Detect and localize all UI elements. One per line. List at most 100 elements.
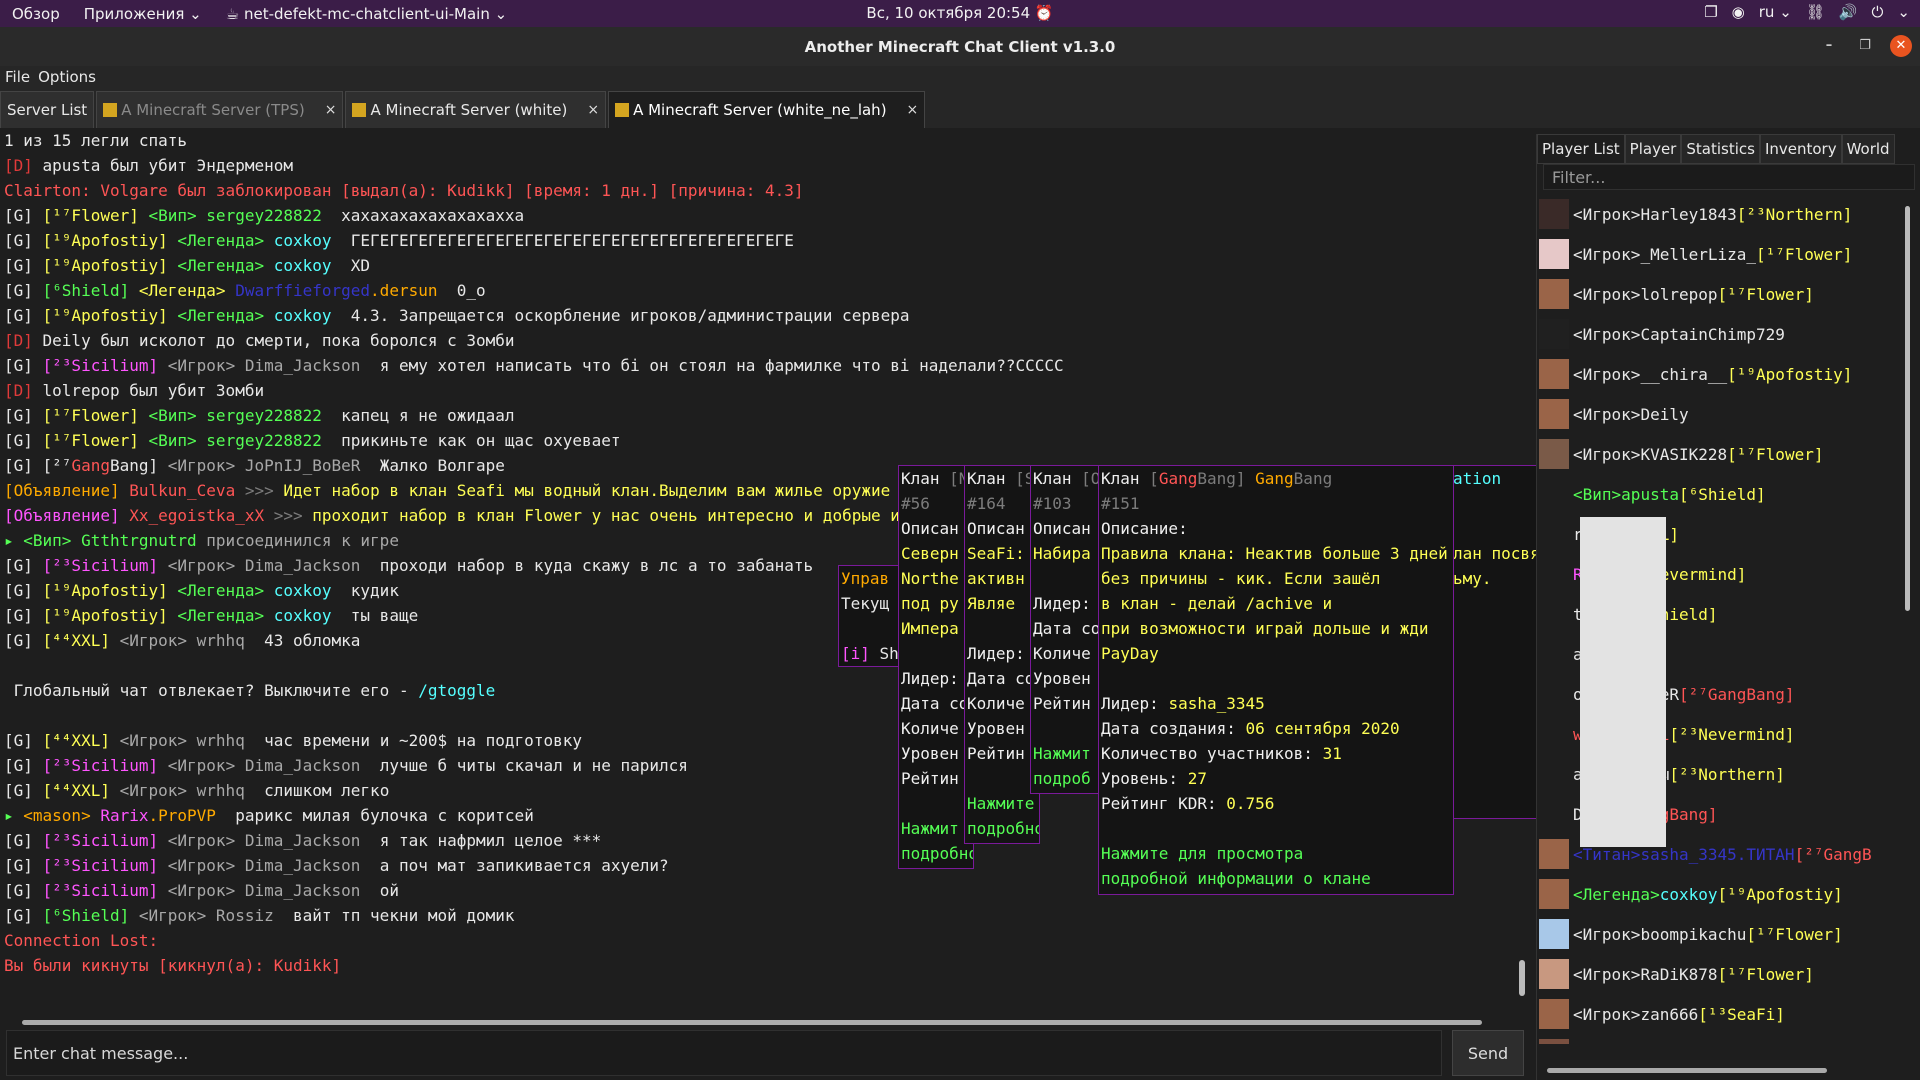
player-list-item[interactable]: <Игрок> lolrepop [¹⁷Flower] (1537, 274, 1901, 314)
focused-app-menu[interactable]: ☕ net-defekt-mc-chatclient-ui-Main ⌄ (214, 5, 519, 23)
tab-server-list[interactable]: Server List (0, 91, 95, 128)
player-list-horizontal-scrollbar[interactable] (1547, 1066, 1901, 1074)
text-segment: Уровен (1033, 669, 1091, 688)
chevron-down-icon[interactable]: ⌄ (1897, 3, 1910, 21)
player-list-item[interactable]: <Игрок> Deily (1537, 394, 1901, 434)
player-name: __chira__ (1640, 364, 1728, 384)
close-tab-icon[interactable]: × (587, 102, 599, 118)
text-segment: Лидер: (901, 669, 959, 688)
text-segment: подробной инф (967, 819, 1039, 838)
scroll-thumb[interactable] (1519, 960, 1525, 996)
volume-icon[interactable]: 🔊 (1839, 3, 1858, 21)
chat-horizontal-scrollbar[interactable] (6, 1016, 1516, 1026)
text-segment: [G] (4, 256, 43, 275)
tab-server-white[interactable]: A Minecraft Server (white) × (345, 91, 607, 128)
player-list-item[interactable]: <Игрок> __chira__ [¹⁹Apofostiy] (1537, 354, 1901, 394)
text-segment: Рейтин (901, 769, 959, 788)
tooltip-line: Рейтинг KDR: 0.756 (1101, 791, 1453, 816)
player-rank: <Игрок> (1573, 924, 1641, 944)
text-segment: [G] (4, 731, 43, 750)
text-segment: <Легенда> (177, 231, 274, 250)
text-segment: [²³Sicilium] (42, 356, 168, 375)
text-segment: <Игрок> (167, 856, 245, 875)
tooltip-line (967, 616, 1039, 641)
tooltip-line: Уровен (901, 741, 973, 766)
menu-file[interactable]: File (5, 68, 30, 86)
blank-popup-fragment (1580, 517, 1666, 847)
clock[interactable]: Вс, 10 октября 20:54 ⏰ (866, 4, 1053, 22)
text-segment: Gang (1255, 469, 1294, 488)
player-name: coxkoy (1659, 884, 1718, 904)
text-segment: Dima_Jackson (244, 856, 361, 875)
text-segment: [G] (4, 406, 43, 425)
close-icon[interactable]: ✕ (1890, 35, 1912, 57)
player-list-item[interactable]: <Вип> apusta [⁶Shield] (1537, 474, 1901, 514)
tooltip-line: Дата со (967, 666, 1039, 691)
text-segment: coxkoy (273, 306, 332, 325)
player-skin-avatar (1539, 319, 1569, 349)
text-segment: ой (360, 881, 399, 900)
maximize-icon[interactable]: ❐ (1854, 35, 1876, 57)
player-filter-input[interactable] (1543, 164, 1915, 190)
chat-message-input[interactable] (6, 1030, 1442, 1076)
applications-menu[interactable]: Приложения ⌄ (72, 5, 214, 23)
text-segment: [G] (4, 431, 43, 450)
player-skin-avatar (1539, 399, 1569, 429)
tab-player[interactable]: Player (1624, 134, 1682, 164)
tab-server-white-ne-lah[interactable]: A Minecraft Server (white_ne_lah) × (608, 91, 926, 128)
send-button[interactable]: Send (1452, 1030, 1524, 1076)
text-segment: Клан (901, 469, 950, 488)
text-segment: [D] (4, 331, 43, 350)
close-tab-icon[interactable]: × (907, 102, 919, 118)
player-skin-avatar (1539, 679, 1569, 709)
tab-statistics[interactable]: Statistics (1681, 134, 1760, 164)
tab-world[interactable]: World (1841, 134, 1895, 164)
text-segment: 43 обломка (244, 631, 361, 650)
player-list-item[interactable]: <Игрок> CaptainChimp729 (1537, 314, 1901, 354)
tooltip-line: Являе (967, 591, 1039, 616)
text-segment: #164 (967, 494, 1006, 513)
network-icon[interactable]: ⛓ (1806, 3, 1825, 21)
activities-button[interactable]: Обзор (0, 5, 72, 23)
text-segment: ьму. (1453, 569, 1492, 588)
player-clan: [¹⁷Flower] (1756, 244, 1853, 264)
chat-line: [G] [¹⁹Apofostiy] <Легенда> coxkoy ГЕГЕГ… (0, 228, 1516, 253)
text-segment: Жалко Волгаре (360, 456, 505, 475)
player-list-item[interactable]: <Игрок> KVASIK228 [¹⁷Flower] (1537, 434, 1901, 474)
tab-inventory[interactable]: Inventory (1759, 134, 1842, 164)
window-tray-icon[interactable]: ❐ (1704, 3, 1717, 21)
tooltip-line: Описан (901, 516, 973, 541)
power-icon[interactable]: ⏻ (1872, 3, 1884, 21)
scroll-thumb[interactable] (1905, 206, 1910, 611)
player-skin-avatar (1539, 239, 1569, 269)
tooltip-line: Клан [GangBang] GangBang (1101, 466, 1453, 491)
player-list-item[interactable]: <Игрок> Harley1843 [²³Northern] (1537, 194, 1901, 234)
player-list-item[interactable]: <Игрок> _MellerLiza_ [¹⁷Flower] (1537, 234, 1901, 274)
tab-server-tps[interactable]: A Minecraft Server (TPS) × (96, 91, 344, 128)
menu-options[interactable]: Options (38, 68, 96, 86)
text-segment: Являе (967, 594, 1016, 613)
player-list-item[interactable]: <Легенда> coxkoy [¹⁹Apofostiy] (1537, 874, 1901, 914)
player-skin-avatar (1539, 839, 1569, 869)
tooltip-line (901, 791, 973, 816)
text-segment: [G] (4, 831, 43, 850)
tab-player-list[interactable]: Player List (1537, 134, 1625, 164)
text-segment: <Легенда> (177, 581, 274, 600)
scroll-thumb[interactable] (1547, 1068, 1827, 1073)
text-segment: <Вип> (23, 531, 82, 550)
language-indicator[interactable]: ru ⌄ (1759, 3, 1792, 21)
text-segment: <mason> (23, 806, 101, 825)
discord-tray-icon[interactable]: ◉ (1732, 3, 1745, 21)
player-list-vertical-scrollbar[interactable] (1901, 194, 1915, 1064)
player-list-item[interactable]: <Игрок> RaDiK878 [¹⁷Flower] (1537, 954, 1901, 994)
player-skin-avatar (1539, 759, 1569, 789)
minimize-icon[interactable]: – (1818, 35, 1840, 57)
player-list-item[interactable]: <Игрок> boompikachu [¹⁷Flower] (1537, 914, 1901, 954)
text-segment: <Игрок> (167, 756, 245, 775)
text-segment: [i] (841, 644, 880, 663)
text-segment: Нажмите для п (967, 794, 1039, 813)
close-tab-icon[interactable]: × (325, 102, 337, 118)
scroll-thumb[interactable] (22, 1020, 1482, 1025)
player-list-item[interactable]: <Игрок> Wixmj [¹⁷Flower] (1537, 1034, 1901, 1044)
player-list-item[interactable]: <Игрок> zan666 [¹³SeaFi] (1537, 994, 1901, 1034)
